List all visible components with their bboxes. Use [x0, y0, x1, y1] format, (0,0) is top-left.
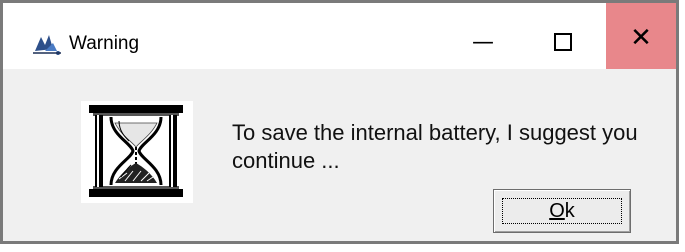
close-button[interactable]: ✕	[606, 3, 676, 69]
ok-accelerator: O	[549, 199, 565, 222]
app-logo-icon	[33, 35, 61, 55]
warning-dialog-window: Warning — ✕ To save the internal battery…	[0, 0, 679, 244]
focus-rect: Ok	[502, 198, 622, 224]
ok-button[interactable]: Ok	[493, 189, 631, 233]
minimize-icon: —	[472, 29, 494, 55]
warning-message: To save the internal battery, I suggest …	[232, 120, 638, 173]
hourglass-icon	[81, 101, 193, 203]
ok-label-rest: k	[564, 199, 575, 222]
title-bar[interactable]: Warning — ✕	[3, 3, 676, 69]
minimize-button[interactable]: —	[448, 15, 518, 69]
close-icon: ✕	[630, 23, 652, 53]
ok-button-label: Ok	[549, 200, 575, 223]
maximize-button[interactable]	[528, 15, 598, 69]
window-title: Warning	[69, 33, 140, 54]
maximize-icon	[554, 33, 572, 51]
